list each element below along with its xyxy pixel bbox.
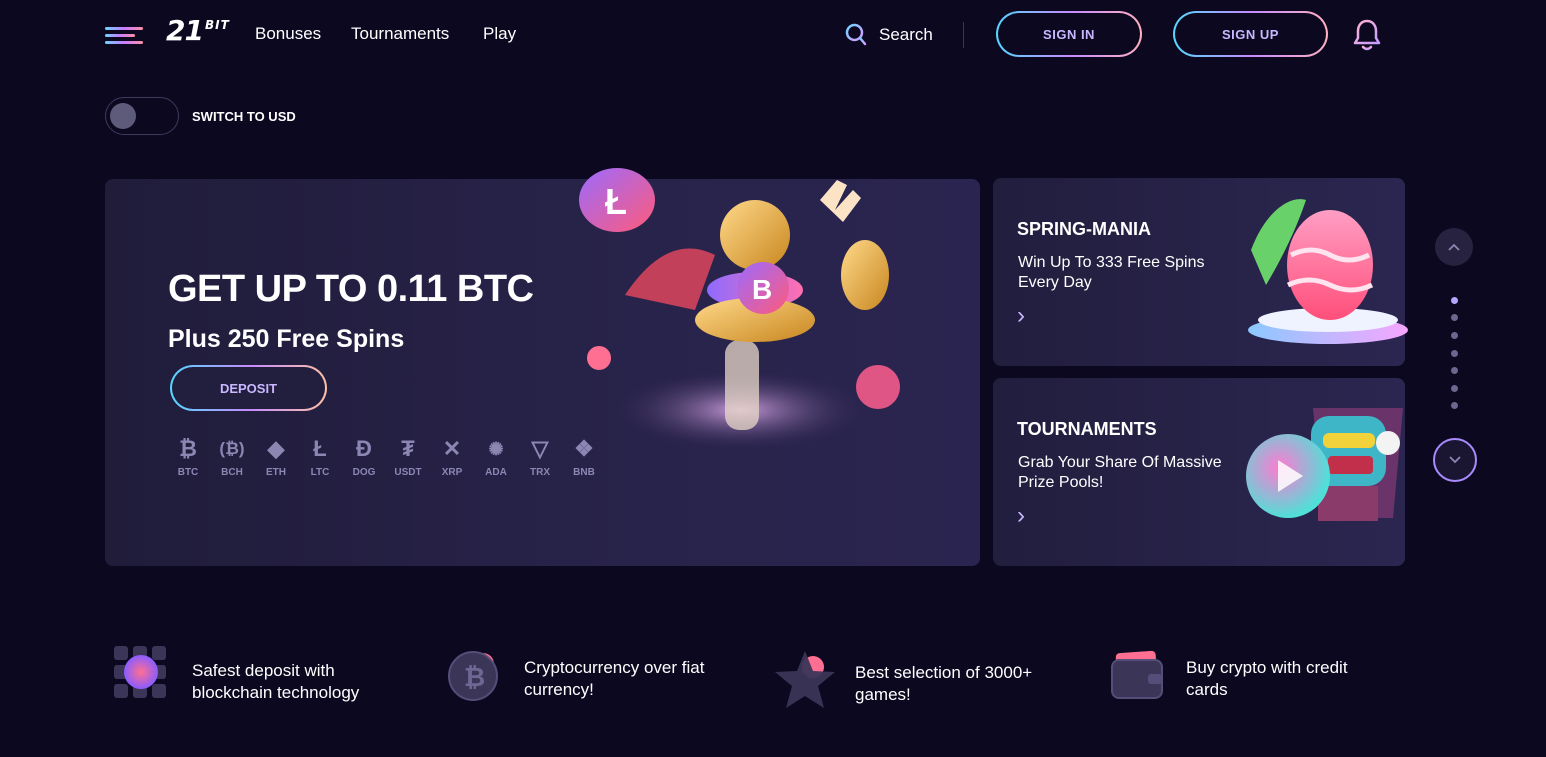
tiki-mask-illustration [1246, 408, 1403, 521]
deposit-button[interactable]: DEPOSIT [170, 365, 327, 411]
svg-text:₿: ₿ [464, 663, 485, 693]
coin-usdt: ₮ USDT [394, 436, 422, 478]
coin-bch: (₿) BCH [210, 436, 254, 478]
floating-coin [856, 365, 900, 409]
slider-next-button[interactable] [1433, 438, 1477, 482]
coin-trx: ▽ TRX [518, 436, 562, 478]
currency-toggle-label: SWITCH TO USD [192, 109, 296, 124]
search-button[interactable]: Search [845, 23, 933, 47]
ada-icon: ✺ [488, 438, 504, 459]
slider-dot[interactable] [1451, 402, 1458, 409]
chevron-right-icon[interactable]: › [1017, 502, 1025, 530]
slider-dot[interactable] [1451, 332, 1458, 339]
currency-toggle[interactable] [105, 97, 179, 135]
usdt-icon: ₮ [401, 436, 415, 461]
bell-icon[interactable] [1352, 18, 1382, 52]
logo-main: 21 [166, 14, 204, 47]
logo-suffix: BIT [204, 18, 230, 32]
coin-eth: ◆ ETH [254, 436, 298, 478]
wallet-icon [1111, 650, 1163, 699]
nav-bonuses[interactable]: Bonuses [255, 24, 321, 44]
coin-ada: ✺ ADA [474, 436, 518, 479]
feature-text: Buy crypto with credit cards [1186, 658, 1348, 699]
btc-icon: ₿ [179, 436, 197, 461]
ltc-icon: Ł [313, 436, 327, 461]
doge-icon: Ð [356, 436, 372, 461]
nav-tournaments[interactable]: Tournaments [351, 24, 449, 44]
menu-icon[interactable] [105, 25, 143, 45]
slider-dot[interactable] [1451, 297, 1458, 304]
svg-text:B: B [752, 274, 772, 305]
search-icon [845, 23, 867, 46]
chevron-down-icon [1449, 456, 1461, 464]
blockchain-grid-icon [114, 646, 166, 698]
peace-hand [820, 180, 861, 222]
thumbs-up-hand [1376, 431, 1400, 455]
chevron-up-icon [1448, 243, 1460, 251]
bitcoin-coin-icon: ₿ [448, 651, 498, 701]
easter-egg-icon [1287, 210, 1373, 320]
sign-up-button[interactable]: SIGN UP [1173, 11, 1328, 57]
feature-text: Safest deposit with blockchain technolog… [192, 661, 360, 702]
nav-play[interactable]: Play [483, 24, 516, 44]
bch-icon: (₿) [219, 439, 245, 458]
toggle-knob [110, 103, 136, 129]
eth-icon: ◆ [267, 436, 285, 461]
card-text: Grab Your Share Of Massive Prize Pools! [1018, 454, 1222, 491]
smoke-trail [725, 340, 759, 430]
feature-game-selection: Best selection of 3000+ games! [773, 651, 1065, 711]
star-icon [775, 651, 835, 708]
hero-subtitle: Plus 250 Free Spins [168, 325, 405, 353]
slider-dot[interactable] [1451, 385, 1458, 392]
card-text: Win Up To 333 Free Spins Every Day [1018, 254, 1205, 291]
trx-icon: ▽ [531, 436, 549, 461]
cape [625, 248, 715, 310]
coin-ltc: Ł LTC [298, 436, 342, 478]
slider-dot[interactable] [1451, 350, 1458, 357]
feature-crypto-over-fiat: ₿ Cryptocurrency over fiat currency! [447, 651, 714, 701]
mascot-illustration: Ł B [579, 168, 900, 450]
card-title: TOURNAMENTS [1017, 419, 1157, 439]
xrp-icon: ✕ [442, 436, 462, 461]
slider-prev-button[interactable] [1435, 228, 1473, 266]
feature-buy-crypto: Buy crypto with credit cards [1110, 650, 1386, 701]
svg-text:Ł: Ł [605, 181, 627, 222]
feature-secure-deposit: Safest deposit with blockchain technolog… [113, 646, 392, 707]
mascot-arm [841, 240, 889, 310]
search-label: Search [879, 25, 933, 44]
easter-egg-illustration [1248, 199, 1408, 344]
coin-dog: Ð DOG [352, 436, 376, 478]
logo[interactable]: 21 BIT [166, 14, 230, 47]
slider-dot[interactable] [1451, 314, 1458, 321]
coin-xrp: ✕ XRP [430, 436, 474, 478]
feature-text: Cryptocurrency over fiat currency! [524, 658, 705, 699]
header-divider [963, 22, 964, 48]
card-title: SPRING-MANIA [1017, 219, 1151, 239]
chevron-right-icon[interactable]: › [1017, 302, 1025, 330]
hero-title: GET UP TO 0.11 BTC [168, 268, 534, 310]
sign-in-button[interactable]: SIGN IN [996, 11, 1142, 57]
supported-coins: ₿ BTC (₿) BCH ◆ ETH Ł LTC Ð DOG ₮ USDT ✕ XRP ✺ A… [166, 436, 606, 478]
coin-btc: ₿ BTC [166, 436, 210, 478]
floating-coin [587, 346, 611, 370]
mascot-head [720, 200, 790, 270]
slider-dot[interactable] [1451, 367, 1458, 374]
feature-text: Best selection of 3000+ games! [855, 663, 1033, 704]
